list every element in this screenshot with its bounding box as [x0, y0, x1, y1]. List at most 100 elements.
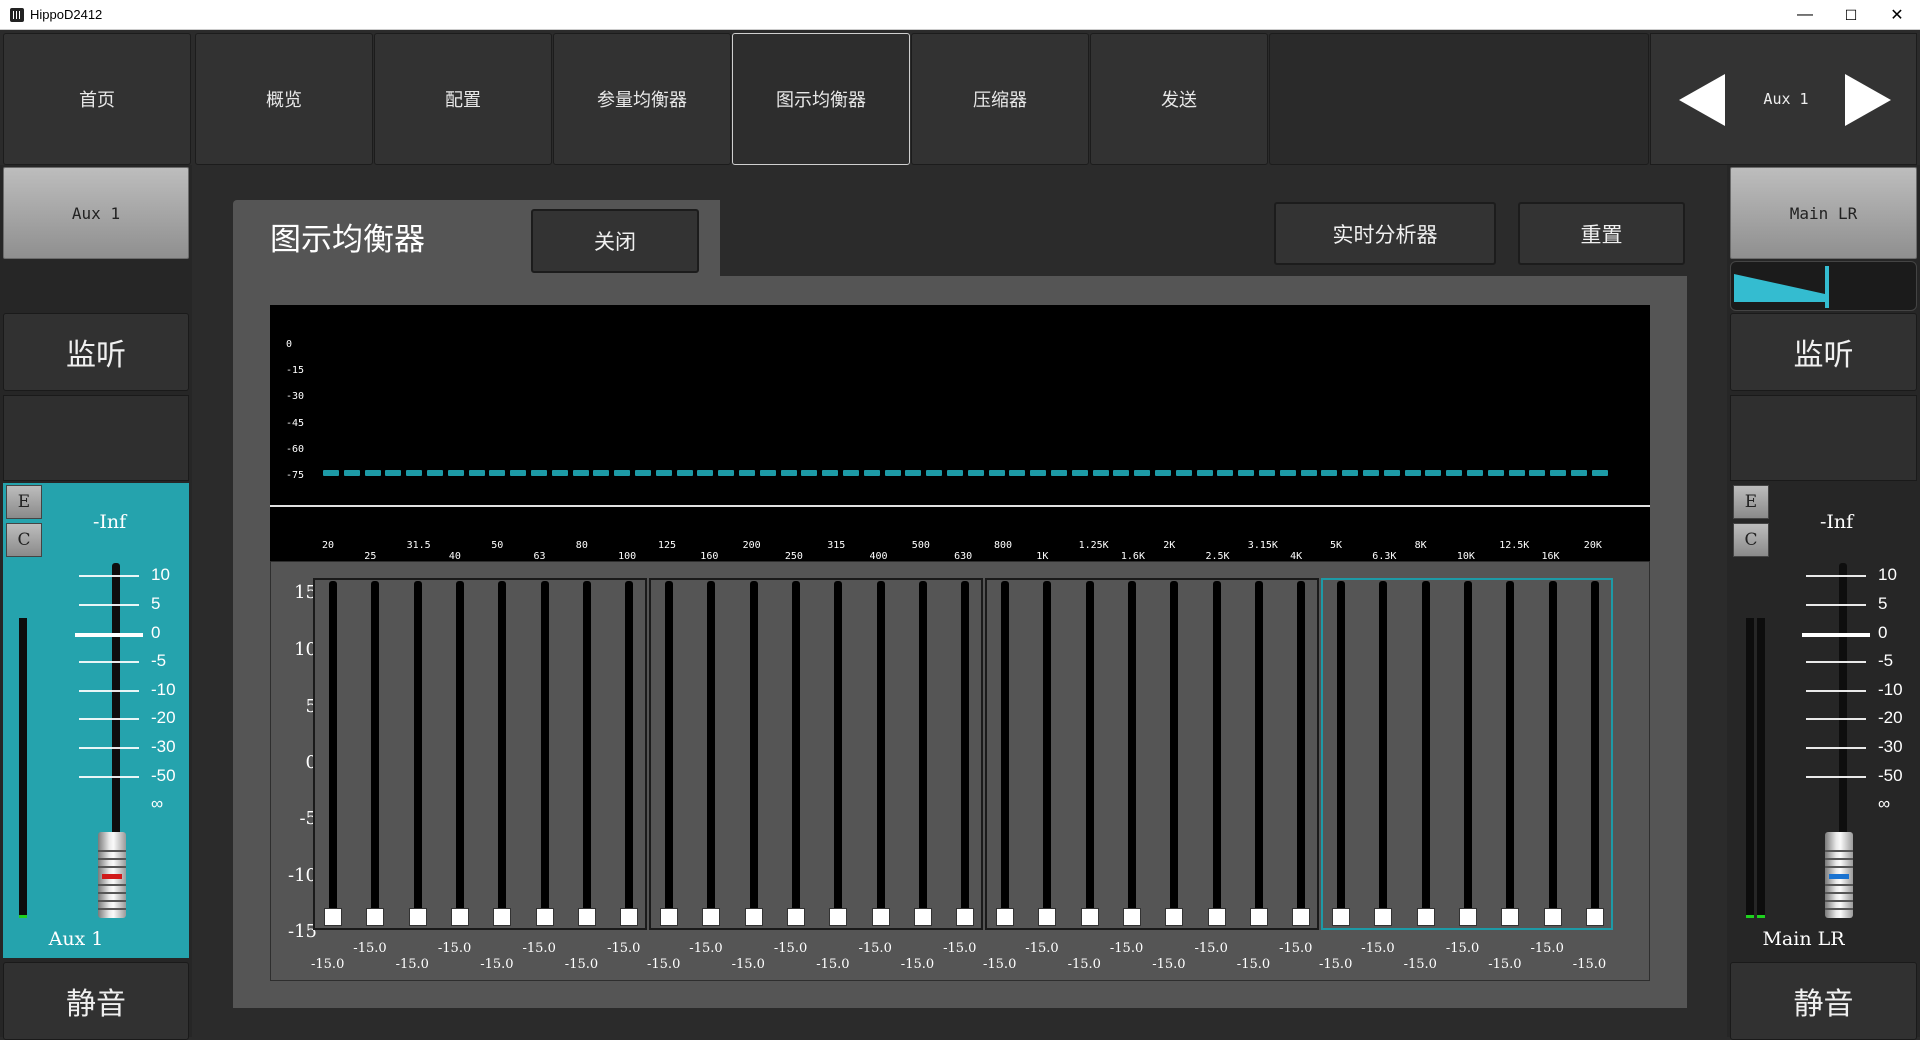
- band-slider-track: [1127, 581, 1136, 926]
- band-slider-knob[interactable]: [702, 908, 721, 926]
- band-frequency-label: 80: [575, 540, 588, 551]
- title-bar: HippoD2412 — ☐ ✕: [0, 0, 1920, 30]
- band-slider-knob[interactable]: [1332, 908, 1350, 926]
- geq-title: 图示均衡器: [270, 222, 425, 258]
- band-group-2[interactable]: [649, 578, 983, 930]
- spectrum-bar: [1113, 470, 1130, 476]
- band-gain-value: -15.0: [1572, 957, 1607, 972]
- rta-button[interactable]: 实时分析器: [1274, 202, 1496, 265]
- band-slider-track: [1043, 581, 1052, 926]
- band-slider-knob[interactable]: [620, 908, 639, 926]
- band-slider-knob[interactable]: [535, 908, 554, 926]
- spectrum-bar: [1196, 470, 1213, 476]
- band-slider-knob[interactable]: [996, 908, 1014, 926]
- band-slider-knob[interactable]: [1458, 908, 1477, 926]
- band-slider-track: [1421, 581, 1430, 926]
- spectrum-bar: [884, 470, 901, 476]
- band-slider-knob[interactable]: [1543, 908, 1562, 926]
- left-scale-label: ∞: [151, 794, 164, 813]
- main-lr-name-button[interactable]: Main LR: [1730, 167, 1917, 259]
- band-frequency-label: 3.15K: [1247, 540, 1278, 551]
- pan-indicator[interactable]: [1730, 261, 1917, 311]
- band-slider-knob[interactable]: [660, 908, 678, 926]
- band-slider-knob[interactable]: [871, 908, 890, 926]
- band-slider-knob[interactable]: [408, 908, 427, 926]
- spectrum-bar: [1467, 470, 1483, 476]
- band-slider-knob[interactable]: [744, 908, 763, 926]
- aux1-name-button[interactable]: Aux 1: [3, 167, 189, 259]
- band-group-3[interactable]: [985, 578, 1319, 930]
- tab-compressor[interactable]: 压缩器: [911, 33, 1089, 165]
- band-slider-knob[interactable]: [829, 908, 848, 926]
- triangle-right-icon[interactable]: [1843, 72, 1893, 128]
- tab-parametric-eq[interactable]: 参量均衡器: [553, 33, 731, 165]
- tab-send[interactable]: 发送: [1090, 33, 1268, 165]
- band-gain-value: -15.0: [353, 941, 387, 956]
- band-slider-knob[interactable]: [1165, 908, 1184, 926]
- band-gain-value: -15.0: [480, 957, 514, 972]
- band-slider-knob[interactable]: [1207, 908, 1226, 926]
- band-gain-value: -15.0: [1025, 941, 1059, 956]
- left-e-button[interactable]: E: [6, 485, 42, 519]
- right-scale-tick: [1806, 718, 1866, 720]
- band-slider-knob[interactable]: [1249, 908, 1268, 926]
- band-slider-knob[interactable]: [1080, 908, 1099, 926]
- band-slider-knob[interactable]: [1038, 908, 1057, 926]
- left-mute-button[interactable]: 静音: [3, 962, 189, 1040]
- right-scale-label: -10: [1878, 680, 1903, 699]
- band-slider-knob[interactable]: [1292, 908, 1311, 926]
- spectrum-bar: [926, 470, 943, 476]
- band-slider-knob[interactable]: [913, 908, 932, 926]
- band-slider-knob[interactable]: [956, 908, 975, 926]
- spectrum-bar: [551, 470, 568, 476]
- band-slider-knob[interactable]: [1374, 908, 1393, 926]
- reset-button[interactable]: 重置: [1518, 202, 1685, 265]
- spectrum-bar: [343, 470, 360, 476]
- spectrum-bar: [863, 470, 880, 476]
- band-slider-track: [413, 581, 422, 926]
- right-e-button[interactable]: E: [1733, 485, 1769, 519]
- tab-home[interactable]: 首页: [3, 33, 191, 165]
- close-geq-button[interactable]: 关闭: [531, 209, 699, 273]
- band-slider-knob[interactable]: [1416, 908, 1435, 926]
- band-slider-knob[interactable]: [577, 908, 596, 926]
- spectrum-bar: [1571, 470, 1587, 476]
- band-slider-track: [1212, 581, 1221, 926]
- band-slider-track: [329, 581, 337, 926]
- band-gain-value: -15.0: [1194, 941, 1228, 956]
- band-slider-knob[interactable]: [1585, 908, 1604, 926]
- right-c-button[interactable]: C: [1733, 523, 1769, 557]
- band-group-1[interactable]: [313, 578, 647, 930]
- band-slider-track: [1548, 581, 1557, 926]
- band-slider-knob[interactable]: [1122, 908, 1141, 926]
- band-slider-knob[interactable]: [366, 908, 385, 926]
- band-slider-knob[interactable]: [786, 908, 805, 926]
- band-slider-knob[interactable]: [1501, 908, 1520, 926]
- band-slider-track: [582, 581, 591, 926]
- triangle-left-icon[interactable]: [1677, 72, 1727, 128]
- tab-overview[interactable]: 概览: [195, 33, 373, 165]
- band-slider-knob[interactable]: [324, 908, 342, 926]
- tab-graphic-eq[interactable]: 图示均衡器: [732, 33, 910, 165]
- right-monitor-button[interactable]: 监听: [1730, 313, 1917, 391]
- right-fader-handle[interactable]: [1825, 832, 1853, 918]
- band-gain-value: -15.0: [1361, 941, 1395, 956]
- band-gain-value: -15.0: [900, 957, 935, 972]
- minimize-button[interactable]: —: [1782, 0, 1828, 30]
- band-frequency-label: 5K: [1330, 540, 1343, 551]
- close-window-button[interactable]: ✕: [1874, 0, 1920, 30]
- left-monitor-button[interactable]: 监听: [3, 313, 189, 391]
- left-scale-label: 0: [151, 623, 161, 642]
- band-slider-track: [1001, 581, 1009, 926]
- right-mute-button[interactable]: 静音: [1730, 962, 1917, 1040]
- band-slider-knob[interactable]: [493, 908, 512, 926]
- left-empty-slot: [3, 395, 189, 481]
- left-scale-tick: [79, 776, 139, 778]
- gain-axis-label: -15: [288, 921, 317, 942]
- band-slider-knob[interactable]: [450, 908, 469, 926]
- left-c-button[interactable]: C: [6, 523, 42, 557]
- left-fader-handle[interactable]: [98, 832, 126, 918]
- tab-config[interactable]: 配置: [374, 33, 552, 165]
- spectrum-bar: [1425, 470, 1442, 476]
- maximize-button[interactable]: ☐: [1828, 0, 1874, 30]
